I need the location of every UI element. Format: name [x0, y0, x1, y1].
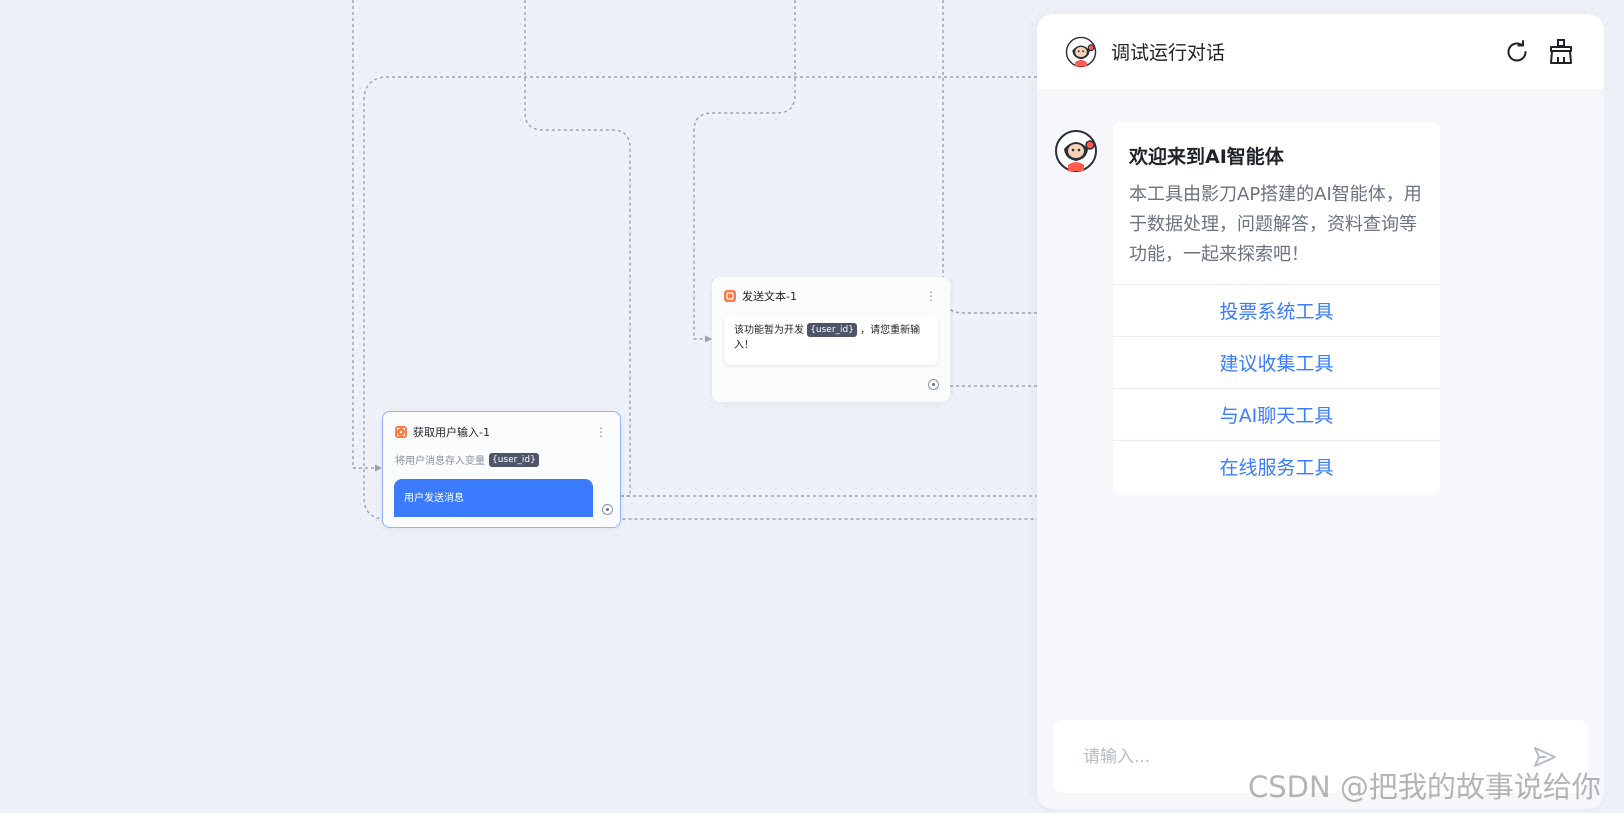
more-icon[interactable]: ⋮ [924, 289, 938, 303]
message-content[interactable]: 该功能暂为开发 {user_id} ，请您重新输入！ [724, 315, 938, 365]
node-title: 获取用户输入-1 [413, 426, 490, 439]
node-title: 发送文本-1 [742, 290, 797, 303]
node-header: 发送文本-1 ⋮ [724, 286, 938, 306]
more-icon[interactable]: ⋮ [594, 425, 608, 439]
description-text: 将用户消息存入变量 [395, 456, 485, 467]
variable-description: 将用户消息存入变量 {user_id} [395, 452, 539, 467]
welcome-message-bubble: 欢迎来到AI智能体 本工具由影刀AP搭建的AI智能体，用于数据处理，问题解答，资… [1113, 122, 1440, 495]
app-root: 发送文本-1 ⋮ 该功能暂为开发 {user_id} ，请您重新输入！ 获取用户… [0, 0, 1624, 813]
scan-icon [395, 426, 407, 438]
astronaut-avatar-icon [1065, 36, 1097, 67]
output-port[interactable] [602, 504, 613, 515]
watermark: CSDN @把我的故事说给你 [1248, 770, 1601, 804]
chat-title: 调试运行对话 [1111, 42, 1226, 64]
refresh-icon[interactable] [1502, 37, 1532, 67]
welcome-text: 本工具由影刀AP搭建的AI智能体，用于数据处理，问题解答，资料查询等功能，一起来… [1129, 184, 1422, 265]
tool-option-suggestion[interactable]: 建议收集工具 [1113, 336, 1440, 388]
user-message-trigger[interactable]: 用户发送消息 [394, 479, 593, 517]
tool-option-vote[interactable]: 投票系统工具 [1113, 284, 1440, 336]
output-port[interactable] [928, 379, 939, 390]
stop-icon [724, 290, 736, 302]
broom-icon[interactable] [1546, 37, 1576, 67]
tool-option-ai-chat[interactable]: 与AI聊天工具 [1113, 388, 1440, 440]
chat-header: 调试运行对话 [1037, 14, 1604, 89]
debug-chat-panel: 调试运行对话 欢迎来到AI智能体 本工具由影刀AP搭建的AI智能体，用于数据处理… [1037, 14, 1604, 809]
bot-avatar-icon [1055, 130, 1097, 172]
node-send-text[interactable]: 发送文本-1 ⋮ 该功能暂为开发 {user_id} ，请您重新输入！ [712, 277, 950, 402]
variable-tag: {user_id} [489, 452, 539, 467]
variable-tag: {user_id} [807, 323, 857, 337]
node-get-user-input[interactable]: 获取用户输入-1 ⋮ 将用户消息存入变量 {user_id} 用户发送消息 [382, 411, 621, 528]
tool-option-online-service[interactable]: 在线服务工具 [1113, 440, 1440, 492]
message-text-before: 该功能暂为开发 [734, 325, 804, 336]
tool-list: 投票系统工具 建议收集工具 与AI聊天工具 在线服务工具 [1113, 284, 1440, 492]
welcome-title: 欢迎来到AI智能体 [1129, 146, 1284, 168]
node-header: 获取用户输入-1 ⋮ [395, 422, 608, 442]
